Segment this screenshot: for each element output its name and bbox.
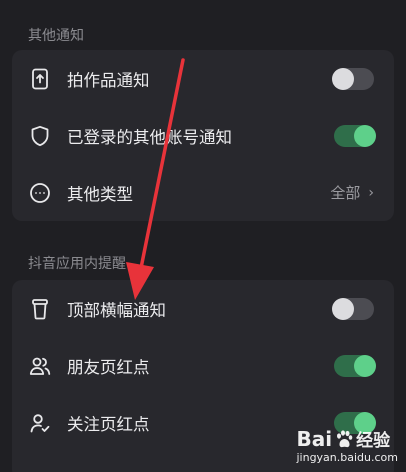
row-top-banner-notification[interactable]: 顶部横幅通知 xyxy=(12,280,394,337)
section-header-in-app-reminders: 抖音应用内提醒 xyxy=(28,256,126,272)
watermark-brand: Bai 经验 xyxy=(296,426,398,452)
other-notifications-card: 拍作品通知 已登录的其他账号通知 其他类型 全部 › xyxy=(12,50,394,221)
paw-icon xyxy=(337,429,353,447)
row-label: 顶部横幅通知 xyxy=(67,300,166,320)
chevron-right-icon: › xyxy=(368,184,374,201)
watermark-url: jingyan.baidu.com xyxy=(296,451,398,464)
top-banner-notification-toggle[interactable] xyxy=(332,297,374,320)
row-photo-work-notification[interactable]: 拍作品通知 xyxy=(12,50,394,107)
section-header-other-notifications: 其他通知 xyxy=(28,28,84,44)
row-other-types[interactable]: 其他类型 全部 › xyxy=(12,164,394,221)
toggle-knob xyxy=(332,297,354,320)
row-friends-page-red-dot[interactable]: 朋友页红点 xyxy=(12,337,394,394)
friends-icon xyxy=(29,355,51,377)
upload-phone-icon xyxy=(29,68,51,90)
row-label: 朋友页红点 xyxy=(67,357,150,377)
other-account-notification-toggle[interactable] xyxy=(334,124,376,147)
row-label: 拍作品通知 xyxy=(67,70,150,90)
other-types-value: 全部 xyxy=(330,184,361,202)
row-label: 其他类型 xyxy=(67,184,133,204)
follow-user-icon xyxy=(29,412,51,434)
row-other-account-notification[interactable]: 已登录的其他账号通知 xyxy=(12,107,394,164)
row-label: 关注页红点 xyxy=(67,414,150,434)
row-label: 已登录的其他账号通知 xyxy=(67,127,232,147)
toggle-knob xyxy=(354,124,376,147)
baidu-jingyan-watermark: Bai 经验 jingyan.baidu.com xyxy=(296,426,398,465)
toggle-knob xyxy=(332,67,354,90)
watermark-brand-suffix: 经验 xyxy=(356,431,391,451)
more-circle-icon xyxy=(29,182,51,204)
watermark-brand-prefix: Bai xyxy=(296,426,333,451)
shield-icon xyxy=(29,125,51,147)
photo-work-notification-toggle[interactable] xyxy=(332,67,374,90)
cup-icon xyxy=(29,298,51,320)
friends-page-red-dot-toggle[interactable] xyxy=(334,354,376,377)
toggle-knob xyxy=(354,354,376,377)
